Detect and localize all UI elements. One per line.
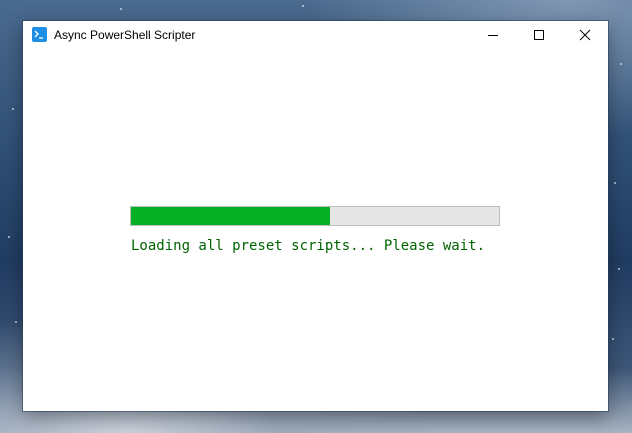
loading-progress-bar — [130, 206, 500, 226]
star — [120, 8, 122, 10]
maximize-button[interactable] — [516, 21, 562, 49]
star — [612, 338, 614, 340]
window-title: Async PowerShell Scripter — [54, 28, 196, 42]
star — [620, 63, 622, 65]
minimize-button[interactable] — [470, 21, 516, 49]
title-bar[interactable]: Async PowerShell Scripter — [23, 21, 608, 49]
star — [302, 5, 304, 7]
star — [12, 108, 14, 110]
star — [618, 268, 620, 270]
loading-status-text: Loading all preset scripts... Please wai… — [131, 238, 486, 254]
app-window: Async PowerShell Scripter Loading all pr… — [23, 21, 608, 411]
close-button[interactable] — [562, 21, 608, 49]
powershell-icon — [32, 27, 47, 42]
star — [15, 321, 17, 323]
star — [614, 182, 616, 184]
star — [8, 236, 10, 238]
progress-bar-fill — [131, 207, 330, 225]
